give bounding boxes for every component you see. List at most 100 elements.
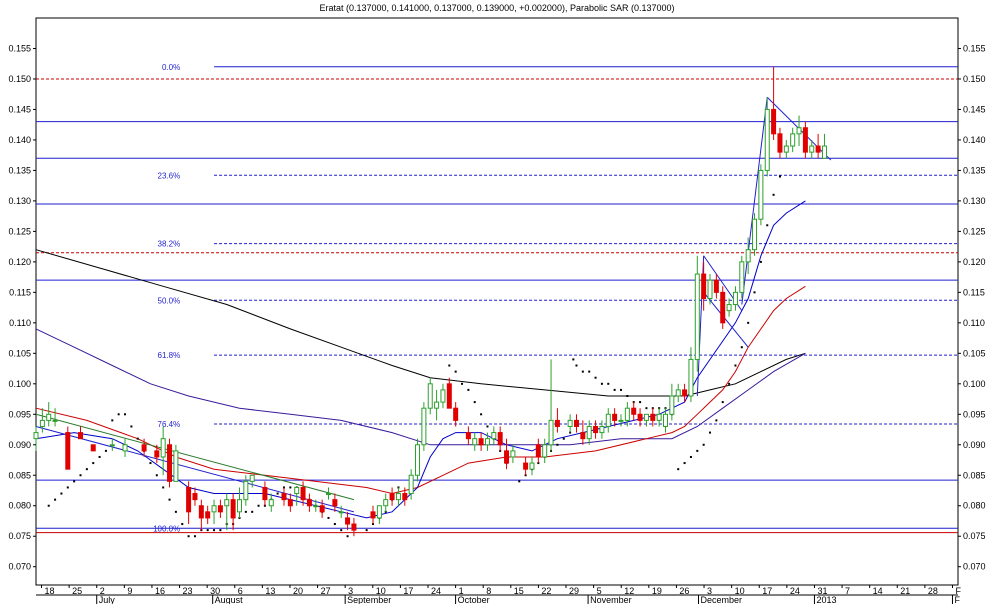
sar-point bbox=[689, 455, 692, 458]
y-tick-label-left: 0.095 bbox=[8, 409, 31, 419]
candle-body bbox=[605, 413, 611, 427]
y-tick-label-left: 0.130 bbox=[8, 196, 31, 206]
x-tick-label: 21 bbox=[900, 586, 910, 596]
chart-container: Eratat (0.137000, 0.141000, 0.137000, 0.… bbox=[0, 0, 994, 605]
x-tick-label: 22 bbox=[541, 586, 551, 596]
candle-body bbox=[281, 493, 287, 501]
x-tick-label: 15 bbox=[514, 586, 524, 596]
sar-point bbox=[715, 419, 718, 422]
sar-point bbox=[155, 474, 158, 477]
fib-label: 50.0% bbox=[158, 296, 181, 305]
candle-body bbox=[319, 505, 325, 513]
y-tick-label-right: 0.150 bbox=[963, 74, 986, 84]
y-tick-label-left: 0.125 bbox=[8, 226, 31, 236]
sar-point bbox=[562, 437, 565, 440]
candle-body bbox=[688, 358, 694, 397]
candle-body bbox=[682, 389, 688, 397]
candle-body bbox=[656, 413, 662, 421]
candle-body bbox=[351, 523, 357, 531]
sar-point bbox=[619, 388, 622, 391]
candle-body bbox=[752, 218, 758, 251]
candle-body bbox=[618, 419, 624, 422]
candle-body bbox=[694, 273, 700, 360]
sar-point bbox=[130, 425, 133, 428]
candle-body bbox=[345, 517, 351, 525]
y-tick-label-left: 0.085 bbox=[8, 470, 31, 480]
candle-body bbox=[167, 444, 173, 482]
candle-body bbox=[389, 493, 395, 501]
month-label: November bbox=[590, 595, 632, 604]
candle-body bbox=[415, 444, 421, 476]
candle-body bbox=[230, 499, 236, 519]
month-label: September bbox=[347, 595, 391, 604]
fib-label: 0.0% bbox=[162, 63, 180, 72]
candle-body bbox=[338, 511, 344, 514]
fib-label: 100.0% bbox=[153, 524, 180, 533]
sar-point bbox=[213, 529, 216, 532]
y-tick-label-right: 0.120 bbox=[963, 257, 986, 267]
sar-point bbox=[626, 395, 629, 397]
y-tick-label-right: 0.105 bbox=[963, 348, 986, 358]
sar-point bbox=[721, 401, 724, 404]
sar-point bbox=[766, 224, 769, 227]
candle-body bbox=[624, 407, 630, 421]
x-tick-label: 19 bbox=[652, 586, 662, 596]
candle-body bbox=[548, 419, 554, 446]
candle-body bbox=[427, 383, 433, 409]
sar-point bbox=[753, 291, 756, 294]
month-label: October bbox=[458, 595, 490, 604]
candle-body bbox=[453, 407, 459, 421]
sar-point bbox=[251, 510, 254, 513]
sar-point bbox=[518, 480, 521, 483]
fib-label: 76.4% bbox=[158, 420, 181, 429]
candle-body bbox=[122, 444, 128, 452]
sar-point bbox=[600, 382, 603, 385]
candle-body bbox=[631, 407, 637, 415]
candle-body bbox=[294, 486, 300, 495]
y-tick-label-right: 0.155 bbox=[963, 43, 986, 53]
sar-point bbox=[572, 358, 575, 361]
candle bbox=[65, 426, 71, 470]
sar-point bbox=[117, 413, 120, 416]
y-tick-label-right: 0.100 bbox=[963, 379, 986, 389]
sar-point bbox=[206, 529, 209, 532]
sar-point bbox=[111, 419, 114, 422]
sar-point bbox=[219, 529, 222, 532]
candle-body bbox=[33, 432, 39, 440]
sar-point bbox=[174, 510, 177, 513]
x-tick-label: 28 bbox=[928, 586, 938, 596]
candle-body bbox=[663, 413, 669, 427]
candle-body bbox=[325, 493, 331, 496]
x-tick-label: 13 bbox=[265, 586, 275, 596]
y-tick-label-right: 0.070 bbox=[963, 562, 986, 572]
sar-point bbox=[588, 370, 591, 373]
candle-body bbox=[720, 291, 726, 324]
candle-body bbox=[236, 499, 242, 513]
y-tick-label-right: 0.080 bbox=[963, 501, 986, 511]
candle-body bbox=[491, 432, 497, 440]
sar-point bbox=[607, 382, 610, 385]
fib-label: 61.8% bbox=[158, 351, 181, 360]
sar-point bbox=[677, 468, 680, 471]
candle-body bbox=[268, 499, 274, 507]
candle-body bbox=[440, 389, 446, 403]
y-tick-label-left: 0.110 bbox=[9, 318, 31, 328]
candle-body bbox=[287, 499, 293, 507]
candle bbox=[720, 286, 726, 329]
sar-point bbox=[66, 486, 69, 489]
candle-body bbox=[745, 249, 751, 263]
sar-point bbox=[728, 382, 731, 385]
candle-body bbox=[262, 486, 268, 501]
candle-body bbox=[726, 304, 732, 312]
candle-body bbox=[186, 486, 192, 513]
sar-point bbox=[149, 462, 152, 465]
candle-body bbox=[313, 505, 319, 508]
candle-body bbox=[802, 127, 808, 153]
sar-point bbox=[193, 535, 196, 538]
sar-point bbox=[575, 364, 578, 367]
sar-point bbox=[365, 529, 368, 532]
candle-body bbox=[790, 133, 796, 147]
x-tick-label: 27 bbox=[321, 586, 331, 596]
sar-point bbox=[480, 413, 483, 416]
candle-body bbox=[529, 462, 535, 470]
